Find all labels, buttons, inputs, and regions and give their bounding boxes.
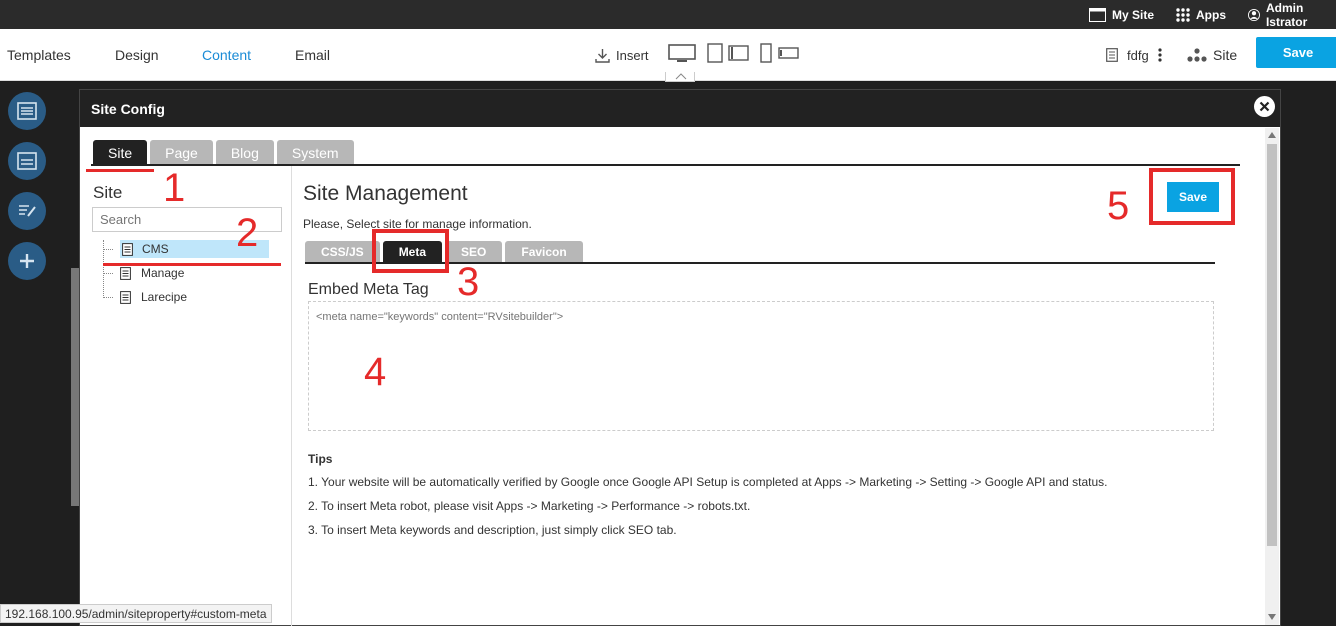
tree-branch xyxy=(103,272,113,274)
annotation-3: 3 xyxy=(457,260,480,304)
tab-blog[interactable]: Blog xyxy=(215,140,274,165)
annotation-underline-2 xyxy=(103,263,281,266)
annotation-5: 5 xyxy=(1107,184,1130,228)
document-icon xyxy=(122,242,133,256)
tree-branch xyxy=(103,248,113,250)
scroll-up-icon[interactable] xyxy=(1268,132,1276,138)
pages-button[interactable] xyxy=(8,142,46,180)
tab-favicon[interactable]: Favicon xyxy=(505,241,583,263)
annotation-4: 4 xyxy=(364,350,387,394)
page-icon xyxy=(1106,48,1118,62)
tab-system[interactable]: System xyxy=(276,140,354,165)
tree-item-label: Larecipe xyxy=(141,290,188,304)
close-icon xyxy=(1259,101,1270,112)
my-site-label: My Site xyxy=(1112,7,1155,22)
modal-header: Site Config xyxy=(80,90,1280,127)
modal-title: Site Config xyxy=(91,101,165,117)
edit-icon xyxy=(19,205,36,217)
list-icon xyxy=(17,102,37,120)
apps-label: Apps xyxy=(1196,7,1226,22)
tip-item: 1. Your website will be automatically ve… xyxy=(308,475,1108,489)
site-tree-item-larecipe[interactable]: Larecipe xyxy=(103,287,187,307)
browser-icon xyxy=(1089,7,1106,22)
tree-item-label: Manage xyxy=(141,266,185,280)
grid-icon xyxy=(1176,7,1190,22)
nav-templates[interactable]: Templates xyxy=(7,29,71,81)
insert-button[interactable]: Insert xyxy=(595,29,649,81)
nav-email[interactable]: Email xyxy=(295,29,330,81)
config-tabs: Site Page Blog System xyxy=(93,140,354,165)
document-icon xyxy=(120,266,131,280)
user-icon xyxy=(1248,8,1260,21)
document-icon xyxy=(120,290,131,304)
my-site-link[interactable]: My Site xyxy=(1089,0,1154,29)
page-selector[interactable]: fdfg xyxy=(1106,29,1162,81)
save-button[interactable]: Save xyxy=(1256,37,1336,68)
sections-button[interactable] xyxy=(8,92,46,130)
user-name: Admin Istrator xyxy=(1265,0,1308,29)
chevron-up-icon xyxy=(675,73,687,80)
page-name: fdfg xyxy=(1127,47,1149,63)
embed-meta-label: Embed Meta Tag xyxy=(308,281,429,298)
status-url: 192.168.100.95/admin/siteproperty#custom… xyxy=(0,604,272,623)
site-label: Site xyxy=(1213,47,1238,63)
tab-site[interactable]: Site xyxy=(93,140,148,165)
scroll-down-icon[interactable] xyxy=(1268,614,1276,620)
annotation-underline-1 xyxy=(86,169,154,172)
site-tree-item-manage[interactable]: Manage xyxy=(103,263,184,283)
mobile-view-icon[interactable] xyxy=(760,43,800,63)
user-menu[interactable]: Admin Istrator xyxy=(1248,0,1336,29)
sidebar-title: Site xyxy=(93,183,123,202)
nav-design[interactable]: Design xyxy=(115,29,159,81)
panel-title: Site Management xyxy=(303,182,468,205)
tip-item: 2. To insert Meta robot, please visit Ap… xyxy=(308,499,751,513)
plus-icon xyxy=(20,254,34,268)
add-button[interactable] xyxy=(8,242,46,280)
tips-title: Tips xyxy=(308,452,333,466)
collapse-toolbar-toggle[interactable] xyxy=(665,72,695,82)
meta-tag-textarea[interactable] xyxy=(308,301,1214,431)
scroll-thumb[interactable] xyxy=(1267,144,1277,546)
modal-scrollbar[interactable] xyxy=(1265,128,1279,625)
tip-item: 3. To insert Meta keywords and descripti… xyxy=(308,523,677,537)
desktop-view-icon[interactable] xyxy=(668,44,696,64)
site-config-modal: Site Config Site Page Blog System Site C… xyxy=(79,89,1281,626)
top-bar: My Site Apps Admin Istrator xyxy=(0,0,1336,29)
sitemap-icon xyxy=(1187,48,1207,62)
more-vertical-icon[interactable] xyxy=(1158,48,1162,62)
annotation-box-5 xyxy=(1149,168,1235,225)
page-layout-icon xyxy=(17,152,37,170)
insert-label: Insert xyxy=(616,47,649,63)
annotation-1: 1 xyxy=(163,166,186,210)
download-icon xyxy=(595,48,610,63)
tab-page[interactable]: Page xyxy=(150,140,213,165)
tree-item-label: CMS xyxy=(142,242,169,256)
site-menu[interactable]: Site xyxy=(1187,29,1237,81)
annotation-2: 2 xyxy=(236,211,259,255)
annotation-box-3 xyxy=(372,229,449,273)
apps-link[interactable]: Apps xyxy=(1176,0,1226,29)
tree-branch xyxy=(103,296,113,298)
site-sidebar: Site CMS Manage Larecipe xyxy=(80,166,292,626)
nav-content[interactable]: Content xyxy=(202,29,251,81)
tablet-view-icon[interactable] xyxy=(707,43,749,63)
close-button[interactable] xyxy=(1254,96,1275,117)
edit-content-button[interactable] xyxy=(8,192,46,230)
tab-css-js[interactable]: CSS/JS xyxy=(305,241,380,263)
